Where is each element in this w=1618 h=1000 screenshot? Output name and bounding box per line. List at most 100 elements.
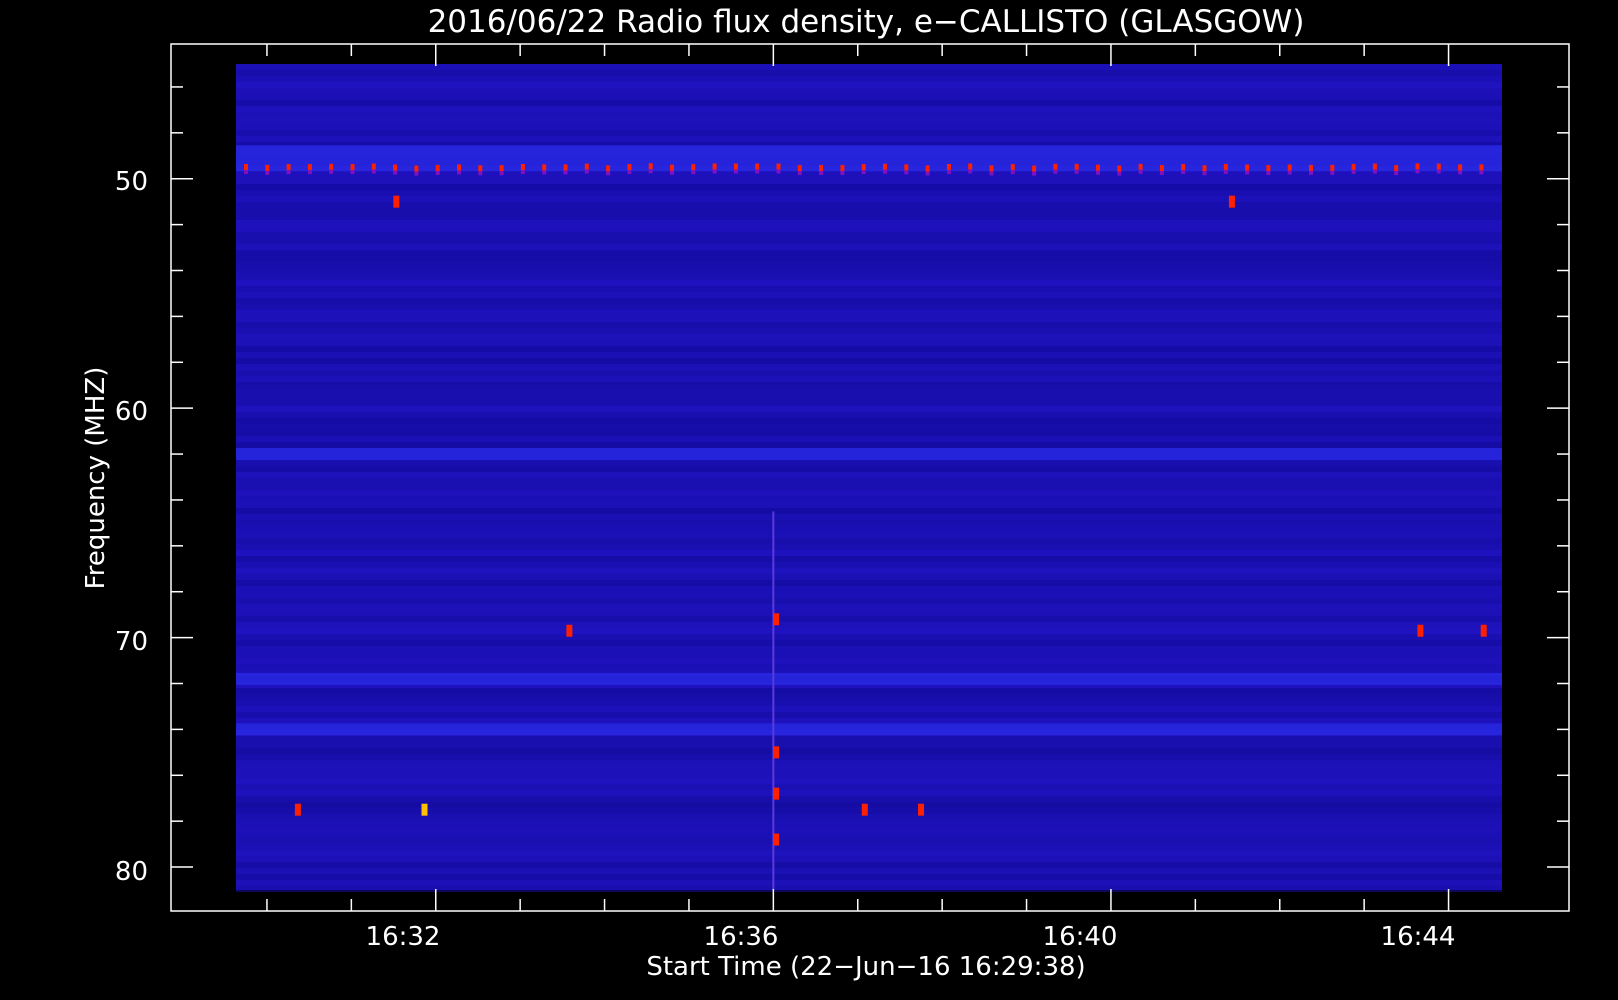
interference-spike <box>244 164 248 171</box>
spectrogram-row <box>236 850 1502 856</box>
spectrogram-row <box>236 388 1502 394</box>
spectrogram-row <box>236 514 1502 520</box>
spectrogram-row <box>236 772 1502 778</box>
interference-spike <box>1309 164 1313 171</box>
spectrogram-row <box>236 430 1502 436</box>
spectrogram-row <box>236 382 1502 388</box>
interference-spike-tail <box>712 169 717 174</box>
interference-spike-tail <box>840 170 845 175</box>
interference-spike <box>691 164 696 171</box>
interference-spike <box>542 164 547 171</box>
interference-spike <box>1032 165 1037 172</box>
spectrogram-row <box>236 244 1502 250</box>
spectrogram-row <box>236 418 1502 424</box>
interference-spike-tail <box>1245 170 1250 175</box>
interference-spike-tail <box>946 170 951 175</box>
spectrogram-row <box>236 442 1502 448</box>
interference-spike <box>414 165 419 172</box>
interference-spike-tail <box>584 169 589 174</box>
interference-spike <box>1372 163 1377 170</box>
interference-spike-tail <box>499 171 504 176</box>
interference-spike-tail <box>1117 171 1122 176</box>
interference-spike-tail <box>520 170 525 175</box>
interference-spike <box>627 164 632 171</box>
spectrogram-row <box>236 208 1502 214</box>
spectrogram-row <box>236 646 1502 652</box>
spectrogram-row <box>236 604 1502 610</box>
spectrogram-row <box>236 100 1502 106</box>
interference-spike-tail <box>329 169 334 174</box>
spectrogram-row <box>236 460 1502 466</box>
interference-spike-tail <box>1394 171 1399 176</box>
spectrogram-row <box>236 838 1502 844</box>
y-tick-label-70: 70 <box>115 627 148 657</box>
y-axis-label: Frequency (MHZ) <box>81 367 111 590</box>
interference-spike-tail <box>1287 170 1292 175</box>
spectrogram-row <box>236 706 1502 712</box>
interference-spike-tail <box>1181 169 1186 174</box>
spectrogram-row <box>236 544 1502 550</box>
spectrogram-row <box>236 844 1502 850</box>
interference-spike-tail <box>1074 169 1079 174</box>
interference-spike <box>1010 164 1015 171</box>
interference-spike <box>1479 164 1484 171</box>
interference-spike-tail <box>1266 170 1271 175</box>
spectrogram-row <box>236 778 1502 784</box>
spectrogram-row <box>236 76 1502 82</box>
interference-spike <box>1436 163 1441 170</box>
spectrogram-row <box>236 370 1502 376</box>
spectrogram-row <box>236 790 1502 796</box>
spectrogram-row <box>236 130 1502 136</box>
spectrogram-row <box>236 502 1502 508</box>
interference-spike-tail <box>1010 170 1015 175</box>
spectrogram-row <box>236 712 1502 718</box>
interference-spike <box>606 165 611 172</box>
interference-spike <box>925 165 930 172</box>
spectrogram-row <box>236 190 1502 196</box>
spectrogram-row <box>236 700 1502 706</box>
spectrogram-row <box>236 742 1502 748</box>
interference-spike-tail <box>883 169 887 174</box>
spectrogram-row <box>236 562 1502 568</box>
interference-spike <box>371 163 376 170</box>
emission-spot <box>566 624 573 637</box>
spectrogram-row <box>236 256 1502 262</box>
interference-spike <box>883 163 887 170</box>
spectrogram-row <box>236 178 1502 184</box>
interference-spike <box>1181 163 1186 170</box>
spectrogram-row <box>236 556 1502 562</box>
interference-spike <box>968 163 973 170</box>
interference-spike-tail <box>1415 169 1420 174</box>
spectrogram-row <box>236 412 1502 418</box>
interference-spike <box>350 164 355 171</box>
interference-spike-tail <box>733 169 738 174</box>
spectrogram-row <box>236 766 1502 772</box>
emission-spot <box>1417 624 1424 637</box>
spectrogram-row <box>236 304 1502 310</box>
interference-spike <box>733 163 738 170</box>
x-axis-label: Start Time (22−Jun−16 16:29:38) <box>646 952 1085 982</box>
spectrogram-row <box>236 118 1502 124</box>
interference-spike <box>861 164 866 171</box>
spectrogram-row <box>236 232 1502 238</box>
emission-spot <box>294 803 301 816</box>
interference-spike <box>520 164 525 171</box>
interference-spike-tail <box>350 170 355 175</box>
interference-spike <box>1415 163 1420 170</box>
spectrogram-row <box>236 610 1502 616</box>
x-tick-label-1632: 16:32 <box>366 922 441 952</box>
spectrogram-row <box>236 652 1502 658</box>
emission-spot <box>773 746 780 759</box>
spectrogram-row <box>236 394 1502 400</box>
interference-spike-tail <box>1372 169 1377 174</box>
spectrogram-row <box>236 508 1502 514</box>
interference-spike-tail <box>1458 170 1463 175</box>
interference-spike-tail <box>627 170 632 175</box>
spectrogram-row <box>236 184 1502 190</box>
spectrogram-row <box>236 70 1502 76</box>
interference-spike <box>286 164 291 171</box>
emission-spot <box>773 613 780 626</box>
spectrogram-row <box>236 616 1502 622</box>
interference-spike <box>435 164 440 171</box>
spectrogram-row <box>236 328 1502 334</box>
